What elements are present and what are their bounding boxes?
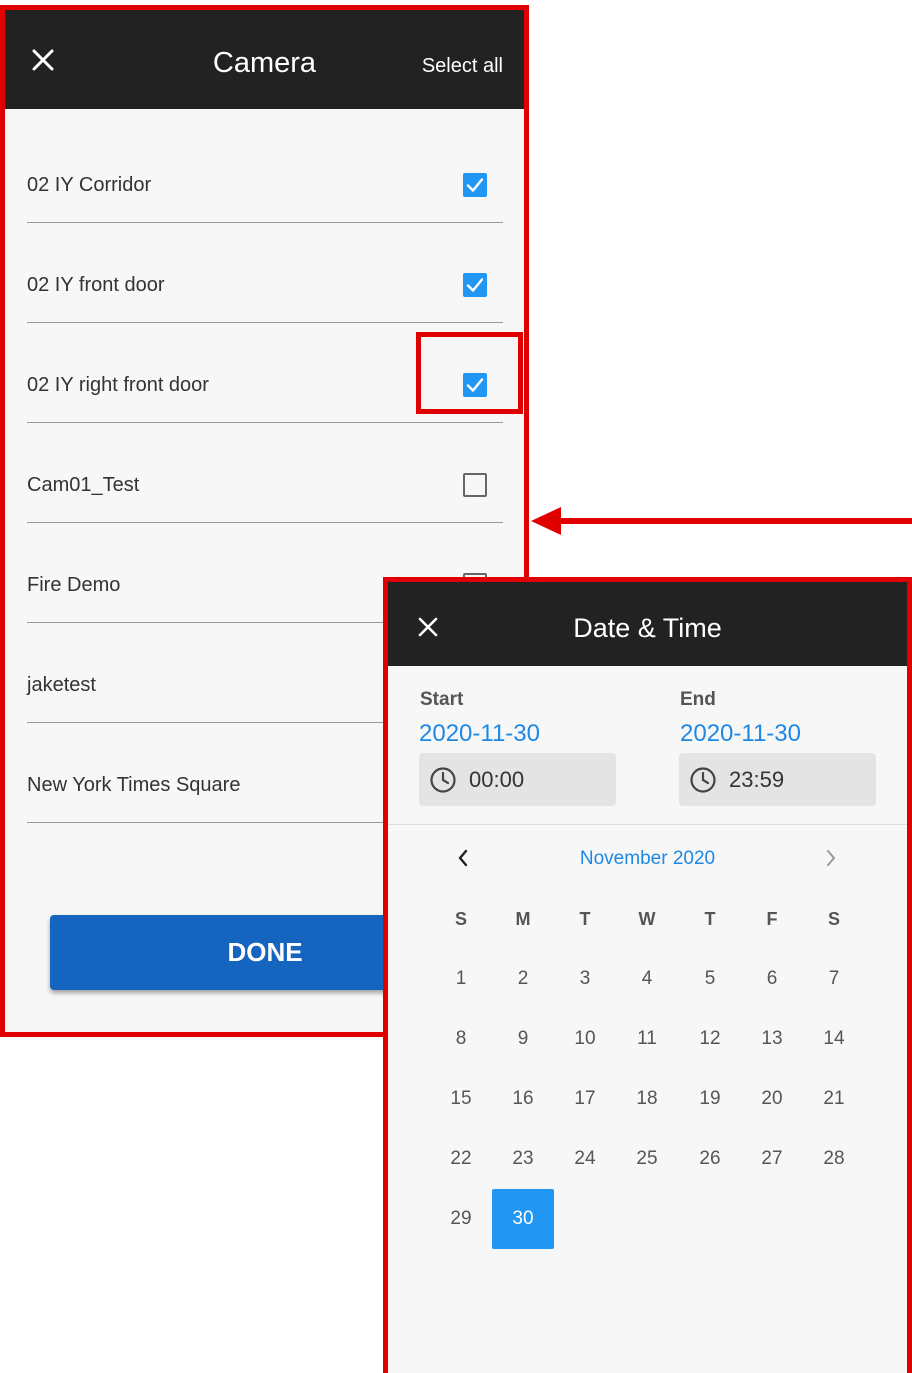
weekday-header: W — [638, 909, 656, 929]
camera-row[interactable]: Cam01_Test — [27, 423, 503, 523]
date-time-dialog: Date & Time Start 2020-11-30 00:00 End 2… — [383, 577, 912, 1373]
calendar-day[interactable]: 11 — [616, 1009, 678, 1069]
checkbox-checked[interactable] — [463, 173, 487, 197]
calendar-day[interactable]: 7 — [803, 949, 865, 1009]
weekday-header: F — [766, 909, 778, 929]
camera-name: 02 IY right front door — [27, 374, 209, 396]
clock-icon — [690, 767, 716, 793]
weekday-header: T — [579, 909, 591, 929]
calendar-day[interactable]: 22 — [430, 1129, 492, 1189]
date-time-title: Date & Time — [573, 613, 722, 643]
calendar-day[interactable]: 9 — [492, 1009, 554, 1069]
date-time-header: Date & Time — [388, 582, 907, 666]
calendar-day[interactable]: 26 — [679, 1129, 741, 1189]
weekday-header: M — [515, 909, 531, 929]
calendar-day[interactable]: 24 — [554, 1129, 616, 1189]
camera-row[interactable]: 02 IY front door — [27, 223, 503, 323]
select-all-button[interactable]: Select all — [422, 54, 503, 78]
calendar-day[interactable]: 3 — [554, 949, 616, 1009]
start-label: Start — [420, 689, 464, 710]
calendar-day[interactable]: 19 — [679, 1069, 741, 1129]
weekday-header: S — [454, 909, 467, 929]
calendar-day-selected[interactable]: 30 — [492, 1189, 554, 1249]
start-time-field[interactable]: 00:00 — [419, 753, 616, 806]
start-time: 00:00 — [469, 767, 525, 792]
calendar-day[interactable]: 4 — [616, 949, 678, 1009]
calendar-day[interactable]: 12 — [679, 1009, 741, 1069]
checkbox-unchecked[interactable] — [463, 473, 487, 497]
start-date[interactable]: 2020-11-30 — [419, 720, 540, 748]
checkmark-icon — [466, 178, 484, 192]
weekday-header: T — [704, 909, 716, 929]
calendar-day[interactable]: 25 — [616, 1129, 678, 1189]
end-time: 23:59 — [729, 767, 785, 792]
calendar-day[interactable]: 29 — [430, 1189, 492, 1249]
end-label: End — [680, 689, 716, 710]
divider — [388, 824, 907, 825]
month-title: November 2020 — [579, 848, 716, 869]
checkbox-checked[interactable] — [463, 273, 487, 297]
calendar-day[interactable]: 14 — [803, 1009, 865, 1069]
calendar-day[interactable]: 28 — [803, 1129, 865, 1189]
camera-name: 02 IY front door — [27, 274, 165, 296]
annotation-highlight-box — [416, 332, 523, 414]
end-time-field[interactable]: 23:59 — [679, 753, 876, 806]
calendar-day[interactable]: 8 — [430, 1009, 492, 1069]
calendar-day[interactable]: 2 — [492, 949, 554, 1009]
calendar-day[interactable]: 23 — [492, 1129, 554, 1189]
checkmark-icon — [466, 278, 484, 292]
camera-name: 02 IY Corridor — [27, 174, 152, 196]
annotation-arrow-head — [531, 507, 561, 535]
camera-row[interactable]: 02 IY Corridor — [27, 123, 503, 223]
weekday-header: S — [827, 909, 840, 929]
calendar-day[interactable]: 18 — [616, 1069, 678, 1129]
calendar-day[interactable]: 6 — [741, 949, 803, 1009]
calendar-day[interactable]: 5 — [679, 949, 741, 1009]
calendar-day[interactable]: 17 — [554, 1069, 616, 1129]
calendar-day[interactable]: 27 — [741, 1129, 803, 1189]
annotation-arrow-line — [556, 518, 912, 524]
calendar-day[interactable]: 13 — [741, 1009, 803, 1069]
calendar-day[interactable]: 16 — [492, 1069, 554, 1129]
camera-name: New York Times Square — [27, 774, 241, 796]
camera-name: Cam01_Test — [27, 474, 140, 496]
calendar-day[interactable]: 21 — [803, 1069, 865, 1129]
camera-name: Fire Demo — [27, 574, 121, 596]
calendar-day[interactable]: 10 — [554, 1009, 616, 1069]
clock-icon — [430, 767, 456, 793]
calendar-day[interactable]: 1 — [430, 949, 492, 1009]
camera-name: jaketest — [27, 674, 96, 696]
camera-header: Camera Select all — [5, 10, 524, 109]
calendar-day[interactable]: 15 — [430, 1069, 492, 1129]
calendar-day[interactable]: 20 — [741, 1069, 803, 1129]
end-date[interactable]: 2020-11-30 — [680, 720, 801, 748]
